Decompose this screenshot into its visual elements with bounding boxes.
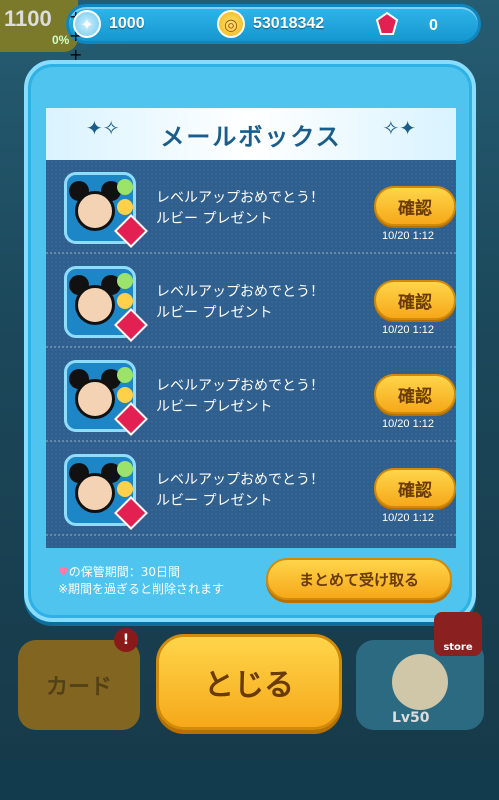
ruby-icon xyxy=(114,496,148,530)
heart-icon: ✦ xyxy=(73,10,101,38)
mail-line1: レベルアップおめでとう！ xyxy=(156,472,324,488)
mail-line2: ルビー プレゼント xyxy=(156,399,273,415)
mail-line2: ルビー プレゼント xyxy=(156,211,273,227)
coins-counter: ◎ 53018342 xyxy=(217,10,324,38)
alien-tsum-icon xyxy=(117,367,133,383)
ruby-icon xyxy=(114,308,148,342)
coin-icon: ◎ xyxy=(217,10,245,38)
tsum-present-thumbnail xyxy=(64,454,148,530)
ruby-icon xyxy=(114,402,148,436)
confirm-button[interactable]: 確認 xyxy=(374,468,456,508)
tsum-present-thumbnail xyxy=(64,172,148,248)
tsum-character-icon xyxy=(392,654,448,710)
mail-list[interactable]: レベルアップおめでとう！ ルビー プレゼント 確認 10/20 1:12 レベル… xyxy=(46,160,456,548)
hearts-counter: ✦ 1000 xyxy=(73,10,145,38)
mail-line1: レベルアップおめでとう！ xyxy=(156,190,324,206)
mail-time: 10/20 1:12 xyxy=(382,418,434,430)
mailbox-header: ✦✧ メールボックス ✧✦ xyxy=(46,108,456,160)
receive-all-button[interactable]: まとめて受け取る xyxy=(266,558,452,600)
mail-line1: レベルアップおめでとう！ xyxy=(156,284,324,300)
heart-icon: ♥ xyxy=(58,565,69,579)
tsum-present-thumbnail xyxy=(64,266,148,342)
sparkle-icon: ✧✦ xyxy=(382,116,416,140)
mickey-face xyxy=(75,191,115,231)
ruby-icon xyxy=(114,214,148,248)
mail-item: レベルアップおめでとう！ ルビー プレゼント 確認 10/20 1:12 xyxy=(46,160,456,254)
confirm-button[interactable]: 確認 xyxy=(374,280,456,320)
mail-time: 10/20 1:12 xyxy=(382,230,434,242)
mail-item: レベルアップおめでとう！ ルビー プレゼント 確認 10/20 1:12 xyxy=(46,254,456,348)
alien-tsum-icon xyxy=(117,461,133,477)
card-button[interactable]: カード xyxy=(18,640,140,730)
mail-message: レベルアップおめでとう！ ルビー プレゼント xyxy=(156,188,356,230)
mail-item: レベルアップおめでとう！ ルビー プレゼント 確認 10/20 1:12 xyxy=(46,348,456,442)
pooh-tsum-icon xyxy=(117,199,133,215)
bottom-strip xyxy=(0,760,499,800)
retention-text: の保管期間：30日間 xyxy=(68,565,181,579)
store-button[interactable]: store xyxy=(434,612,482,656)
retention-note: ♥の保管期間：30日間 ※期間を過ぎると削除されます xyxy=(58,564,224,598)
hearts-value: 1000 xyxy=(109,15,145,32)
score-value: 1100 xyxy=(4,6,52,31)
mail-item: レベルアップおめでとう！ ルビー プレゼント 確認 10/20 1:12 xyxy=(46,442,456,536)
ruby-icon xyxy=(373,10,401,38)
sparkle-icon: ✦✧ xyxy=(86,116,120,140)
pooh-tsum-icon xyxy=(117,293,133,309)
mail-line1: レベルアップおめでとう！ xyxy=(156,378,324,394)
rubies-counter xyxy=(373,10,401,38)
tsum-present-thumbnail xyxy=(64,360,148,436)
mickey-face xyxy=(75,285,115,325)
tsum-level: Lv50 xyxy=(392,710,430,726)
mailbox-modal: ✦✧ メールボックス ✧✦ レベルアップおめでとう！ ルビー プレゼント 確認 … xyxy=(24,60,476,622)
mickey-face xyxy=(75,473,115,513)
mail-time: 10/20 1:12 xyxy=(382,512,434,524)
mail-line2: ルビー プレゼント xyxy=(156,305,273,321)
alien-tsum-icon xyxy=(117,273,133,289)
notification-badge: ! xyxy=(114,628,138,652)
mail-message: レベルアップおめでとう！ ルビー プレゼント xyxy=(156,376,356,418)
score-percent: 0% xyxy=(52,33,70,47)
mailbox-title: メールボックス xyxy=(160,122,342,151)
currency-bar: ✦ 1000 + ◎ 53018342 + 0 + xyxy=(66,4,481,64)
pooh-tsum-icon xyxy=(117,481,133,497)
delete-note-text: ※期間を過ぎると削除されます xyxy=(58,582,225,596)
mickey-face xyxy=(75,379,115,419)
mail-time: 10/20 1:12 xyxy=(382,324,434,336)
mail-line2: ルビー プレゼント xyxy=(156,493,273,509)
mail-message: レベルアップおめでとう！ ルビー プレゼント xyxy=(156,470,356,512)
close-button[interactable]: とじる xyxy=(156,634,342,730)
confirm-button[interactable]: 確認 xyxy=(374,374,456,414)
alien-tsum-icon xyxy=(117,179,133,195)
coins-value: 53018342 xyxy=(253,15,325,32)
rubies-value: 0 xyxy=(429,17,438,34)
confirm-button[interactable]: 確認 xyxy=(374,186,456,226)
pooh-tsum-icon xyxy=(117,387,133,403)
mail-message: レベルアップおめでとう！ ルビー プレゼント xyxy=(156,282,356,324)
